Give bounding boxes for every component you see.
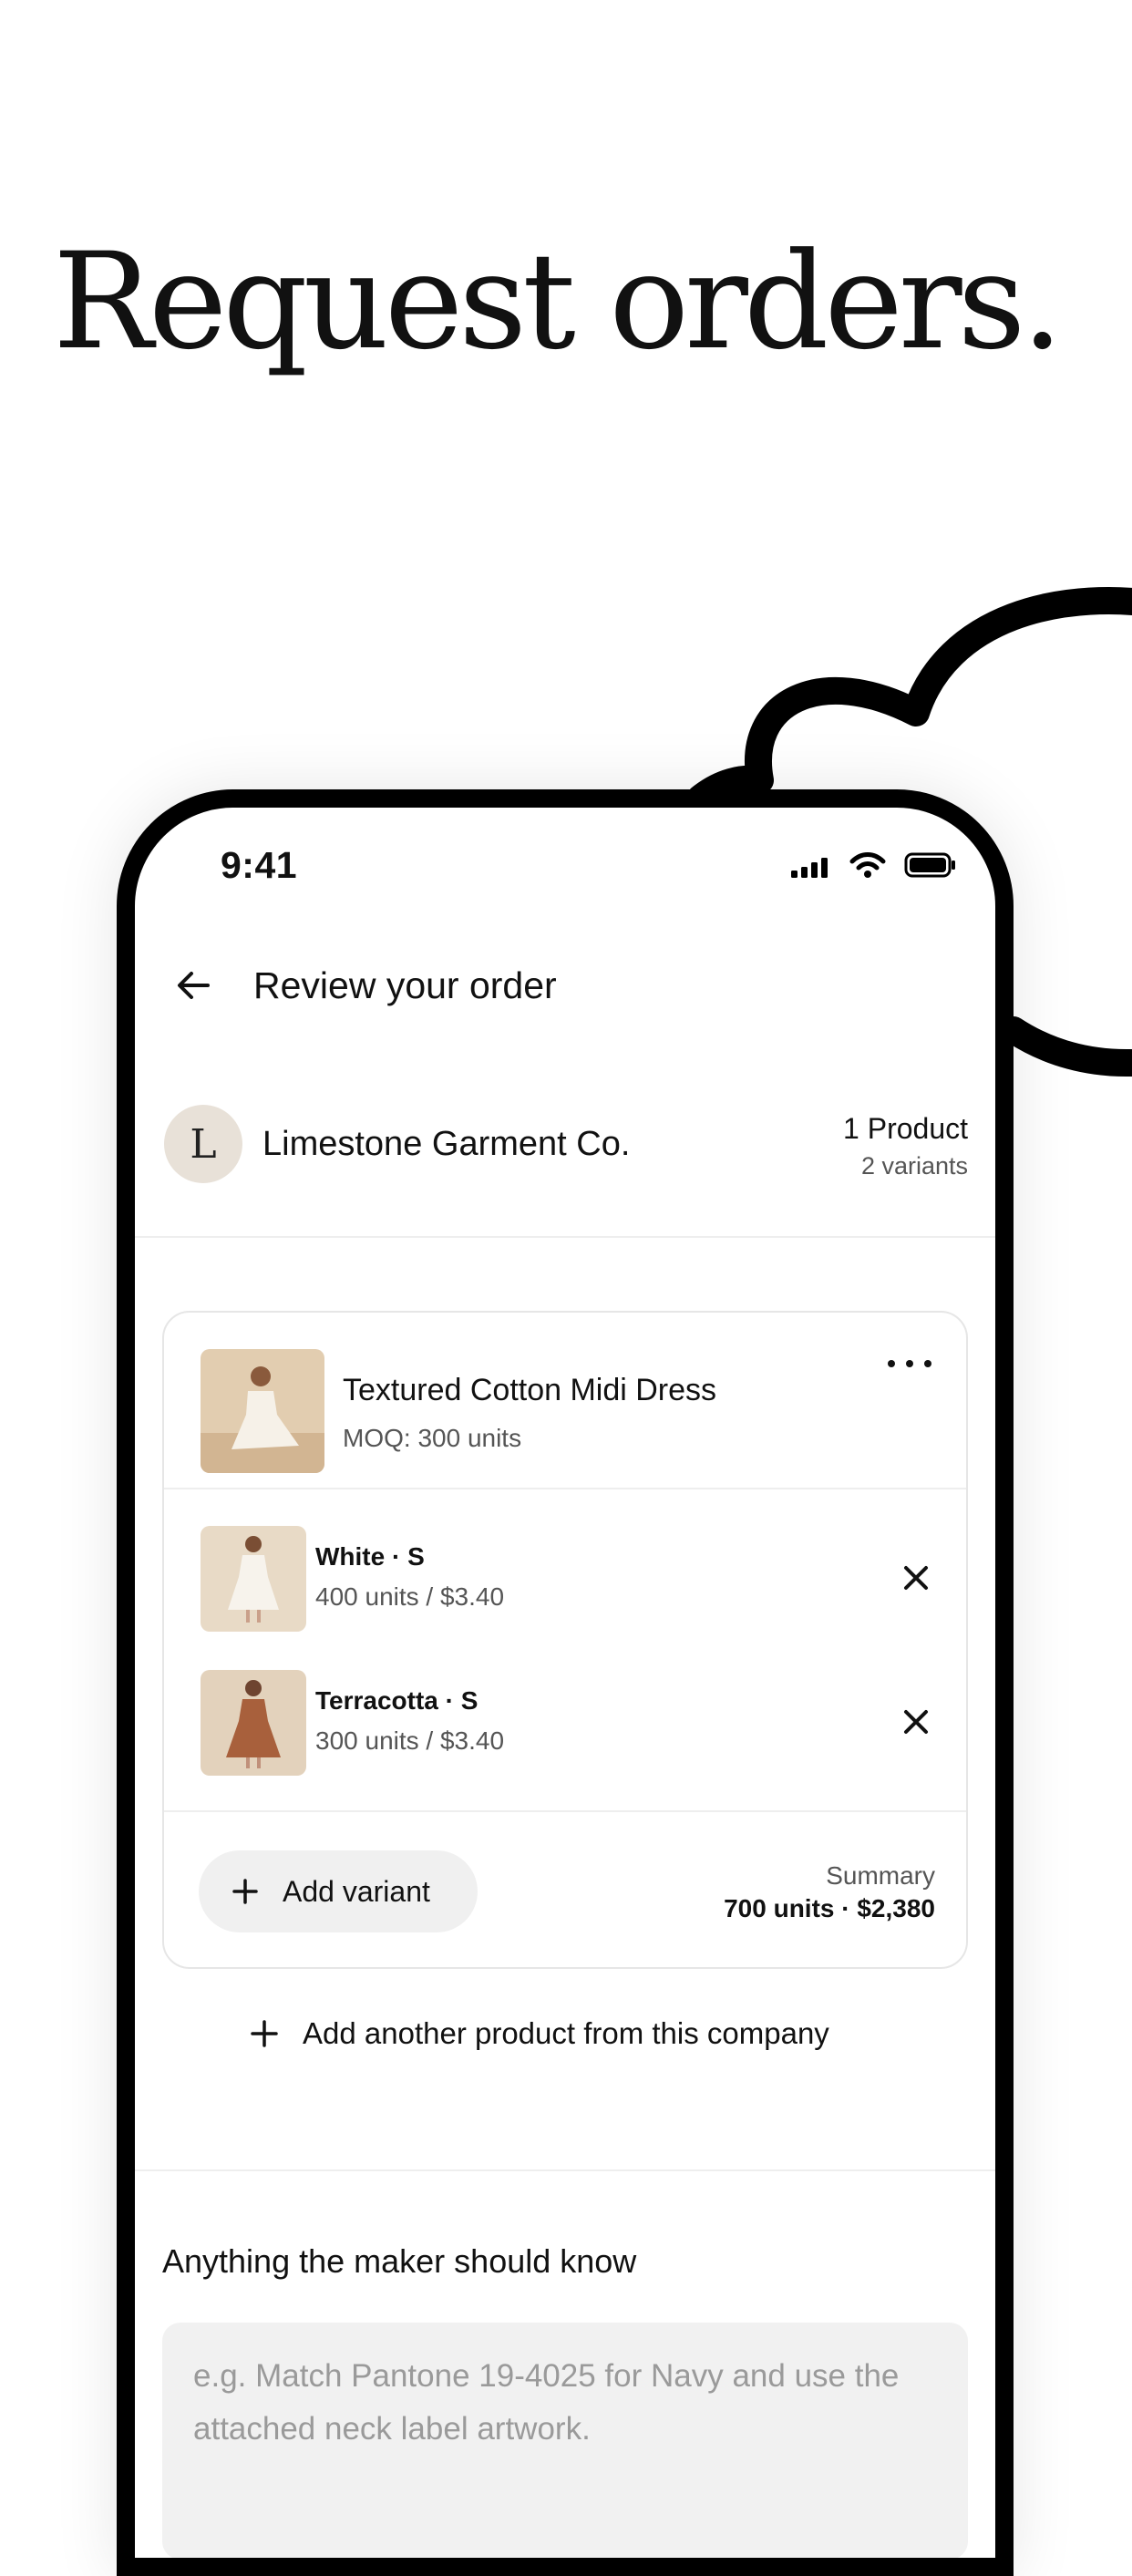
product-moq: MOQ: 300 units (343, 1424, 522, 1452)
add-variant-label: Add variant (283, 1874, 430, 1908)
product-card: Textured Cotton Midi Dress MOQ: 300 unit… (162, 1311, 968, 1969)
plus-icon (251, 2020, 278, 2047)
remove-variant-icon[interactable] (900, 1562, 931, 1593)
add-variant-button[interactable]: Add variant (199, 1850, 478, 1932)
variant-name: White · S (315, 1542, 425, 1571)
notes-textarea[interactable]: e.g. Match Pantone 19-4025 for Navy and … (162, 2323, 968, 2558)
back-arrow-icon[interactable] (171, 963, 217, 1008)
product-count: 1 Product (843, 1112, 968, 1145)
variant-name: Terracotta · S (315, 1686, 479, 1715)
phone-screen: 9:41 Review your order L Limestone Garme… (135, 808, 995, 2558)
variant-thumbnail (201, 1670, 306, 1776)
status-time: 9:41 (221, 844, 298, 886)
notes-heading: Anything the maker should know (162, 2242, 637, 2280)
variant-count: 2 variants (860, 1152, 968, 1180)
summary-value: 700 units · $2,380 (724, 1894, 935, 1922)
variant-detail: 300 units / $3.40 (315, 1726, 505, 1755)
company-avatar: L (164, 1105, 242, 1183)
battery-icon (904, 852, 955, 878)
more-options-icon[interactable] (884, 1353, 935, 1375)
plus-icon (232, 1879, 258, 1904)
remove-variant-icon[interactable] (900, 1706, 931, 1737)
divider (135, 2169, 995, 2171)
variant-detail: 400 units / $3.40 (315, 1582, 505, 1611)
product-thumbnail (201, 1349, 324, 1473)
add-another-product-label: Add another product from this company (303, 2016, 829, 2050)
company-name: Limestone Garment Co. (262, 1125, 631, 1163)
variant-thumbnail (201, 1526, 306, 1632)
product-name: Textured Cotton Midi Dress (343, 1373, 717, 1407)
notes-placeholder: e.g. Match Pantone 19-4025 for Navy and … (193, 2358, 900, 2447)
phone-frame: 9:41 Review your order L Limestone Garme… (117, 789, 1014, 2576)
summary-label: Summary (826, 1861, 935, 1890)
add-another-product-button[interactable]: Add another product from this company (250, 2011, 829, 2056)
divider (164, 1488, 966, 1489)
divider (164, 1810, 966, 1812)
wifi-icon (849, 852, 886, 878)
divider (135, 1236, 995, 1238)
signal-icon (791, 858, 828, 878)
page-title: Review your order (253, 964, 557, 1006)
